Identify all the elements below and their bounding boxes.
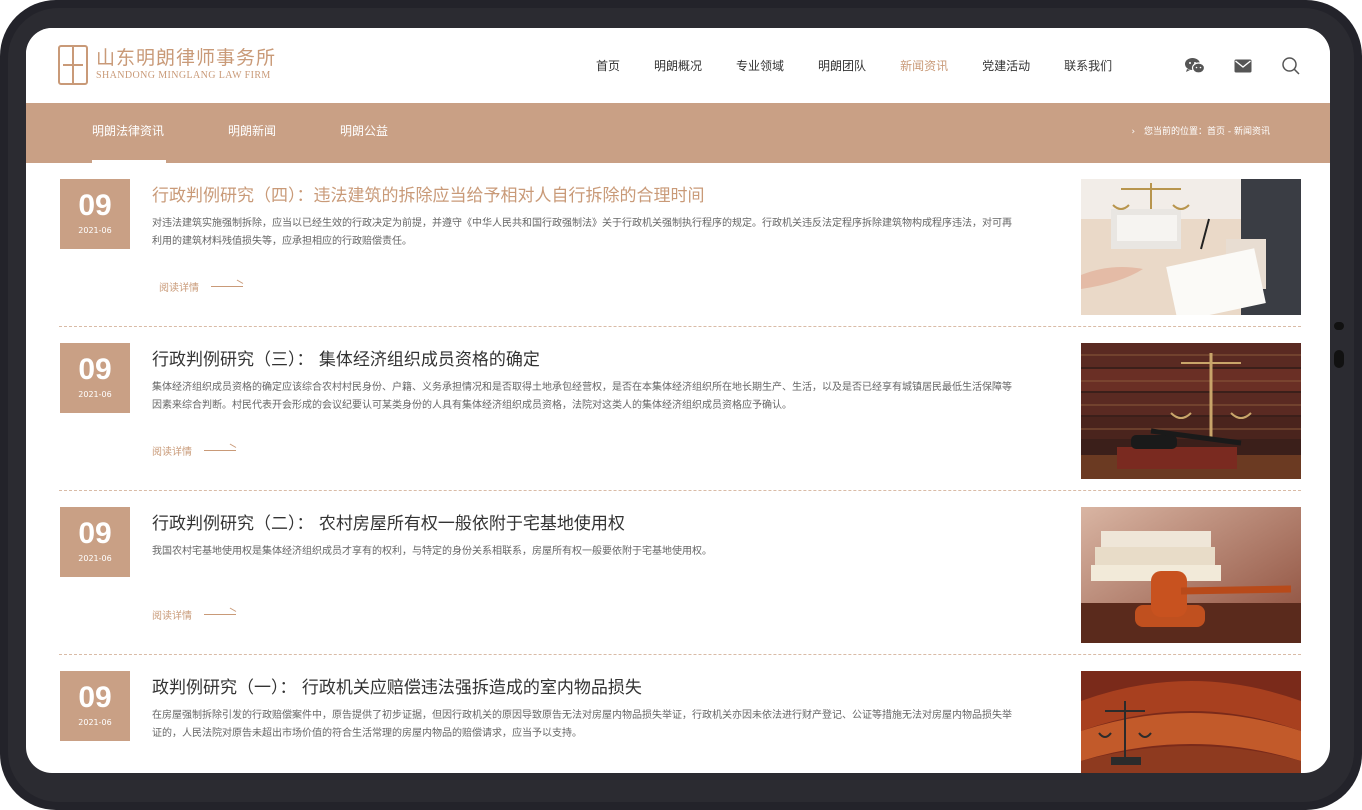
date-day: 09 bbox=[78, 681, 112, 714]
arrow-right-icon bbox=[204, 450, 236, 451]
chevron-right-icon: › bbox=[1131, 127, 1136, 137]
list-item: 09 2021-06 行政判例研究（三）： 集体经济组织成员资格的确定 集体经济… bbox=[26, 327, 1330, 491]
article-summary: 对违法建筑实施强制拆除，应当以已经生效的行政决定为前提，并遵守《中华人民共和国行… bbox=[152, 218, 1012, 247]
site-header: 山东明朗律师事务所 SHANDONG MINGLANG LAW FIRM 首页 … bbox=[26, 28, 1330, 103]
article-thumbnail[interactable] bbox=[1081, 671, 1301, 773]
nav-item-about[interactable]: 明朗概况 bbox=[654, 52, 702, 80]
nav-item-team[interactable]: 明朗团队 bbox=[818, 52, 866, 80]
article-thumbnail[interactable] bbox=[1081, 507, 1301, 643]
logo-mark-icon bbox=[58, 45, 88, 85]
date-day: 09 bbox=[78, 353, 112, 386]
date-badge: 09 2021-06 bbox=[60, 343, 130, 413]
wechat-icon[interactable] bbox=[1184, 56, 1206, 76]
article-title[interactable]: 行政判例研究（二）： 农村房屋所有权一般依附于宅基地使用权 bbox=[152, 509, 625, 534]
date-badge: 09 2021-06 bbox=[60, 671, 130, 741]
main-nav: 首页 明朗概况 专业领域 明朗团队 新闻资讯 党建活动 联系我们 bbox=[596, 52, 1146, 80]
date-year-month: 2021-06 bbox=[78, 718, 112, 727]
site-logo[interactable]: 山东明朗律师事务所 SHANDONG MINGLANG LAW FIRM bbox=[58, 44, 276, 86]
list-item: 09 2021-06 行政判例研究（二）： 农村房屋所有权一般依附于宅基地使用权… bbox=[26, 491, 1330, 655]
list-item: 09 2021-06 政判例研究（一）： 行政机关应赔偿违法强拆造成的室内物品损… bbox=[26, 655, 1330, 773]
screen: 山东明朗律师事务所 SHANDONG MINGLANG LAW FIRM 首页 … bbox=[26, 28, 1330, 773]
breadcrumb-text: 您当前的位置：首页 - 新闻资讯 bbox=[1144, 127, 1270, 137]
device-frame: 山东明朗律师事务所 SHANDONG MINGLANG LAW FIRM 首页 … bbox=[0, 0, 1362, 810]
tab-public-welfare[interactable]: 明朗公益 bbox=[340, 103, 388, 163]
read-more-link[interactable]: 阅读详情 bbox=[152, 443, 236, 458]
nav-item-party-activities[interactable]: 党建活动 bbox=[982, 52, 1030, 80]
device-side-button bbox=[1334, 350, 1344, 368]
read-more-label: 阅读详情 bbox=[159, 283, 199, 294]
tab-law-news[interactable]: 明朗法律资讯 bbox=[92, 103, 167, 163]
date-badge: 09 2021-06 bbox=[60, 507, 130, 577]
nav-item-contact[interactable]: 联系我们 bbox=[1064, 52, 1112, 80]
logo-name-en: SHANDONG MINGLANG LAW FIRM bbox=[96, 70, 271, 81]
date-year-month: 2021-06 bbox=[78, 390, 112, 399]
date-year-month: 2021-06 bbox=[78, 554, 112, 563]
mail-icon[interactable] bbox=[1232, 56, 1254, 76]
nav-item-practice-areas[interactable]: 专业领域 bbox=[736, 52, 784, 80]
article-summary: 在房屋强制拆除引发的行政赔偿案件中，原告提供了初步证据，但因行政机关的原因导致原… bbox=[152, 710, 1012, 739]
arrow-right-icon bbox=[204, 614, 236, 615]
date-year-month: 2021-06 bbox=[78, 226, 112, 235]
sub-nav-bar: 明朗法律资讯 明朗新闻 明朗公益 › 您当前的位置：首页 - 新闻资讯 bbox=[26, 103, 1330, 163]
article-summary: 我国农村宅基地使用权是集体经济组织成员才享有的权利，与特定的身份关系相联系，房屋… bbox=[152, 546, 712, 557]
nav-item-home[interactable]: 首页 bbox=[596, 52, 620, 80]
arrow-right-icon bbox=[211, 286, 243, 287]
read-more-label: 阅读详情 bbox=[152, 611, 192, 622]
breadcrumb: › 您当前的位置：首页 - 新闻资讯 bbox=[1132, 103, 1270, 161]
date-day: 09 bbox=[78, 189, 112, 222]
article-thumbnail[interactable] bbox=[1081, 343, 1301, 479]
logo-text: 山东明朗律师事务所 SHANDONG MINGLANG LAW FIRM bbox=[96, 47, 276, 83]
article-summary: 集体经济组织成员资格的确定应该综合农村村民身份、户籍、义务承担情况和是否取得土地… bbox=[152, 382, 1012, 411]
header-icons bbox=[1184, 56, 1302, 76]
nav-item-news[interactable]: 新闻资讯 bbox=[900, 52, 948, 80]
read-more-label: 阅读详情 bbox=[152, 447, 192, 458]
read-more-link[interactable]: 阅读详情 bbox=[159, 279, 243, 294]
tab-minglang-news[interactable]: 明朗新闻 bbox=[228, 103, 276, 163]
date-day: 09 bbox=[78, 517, 112, 550]
read-more-link[interactable]: 阅读详情 bbox=[152, 607, 236, 622]
list-item: 09 2021-06 行政判例研究（四）：违法建筑的拆除应当给予相对人自行拆除的… bbox=[26, 163, 1330, 327]
article-title[interactable]: 行政判例研究（三）： 集体经济组织成员资格的确定 bbox=[152, 345, 540, 370]
article-title[interactable]: 行政判例研究（四）：违法建筑的拆除应当给予相对人自行拆除的合理时间 bbox=[152, 181, 705, 206]
date-badge: 09 2021-06 bbox=[60, 179, 130, 249]
sub-nav-tabs: 明朗法律资讯 明朗新闻 明朗公益 bbox=[92, 103, 452, 163]
article-thumbnail[interactable] bbox=[1081, 179, 1301, 315]
logo-name-cn: 山东明朗律师事务所 bbox=[96, 47, 277, 69]
device-side-button bbox=[1334, 322, 1344, 330]
article-title[interactable]: 政判例研究（一）： 行政机关应赔偿违法强拆造成的室内物品损失 bbox=[152, 673, 642, 698]
search-icon[interactable] bbox=[1280, 56, 1302, 76]
